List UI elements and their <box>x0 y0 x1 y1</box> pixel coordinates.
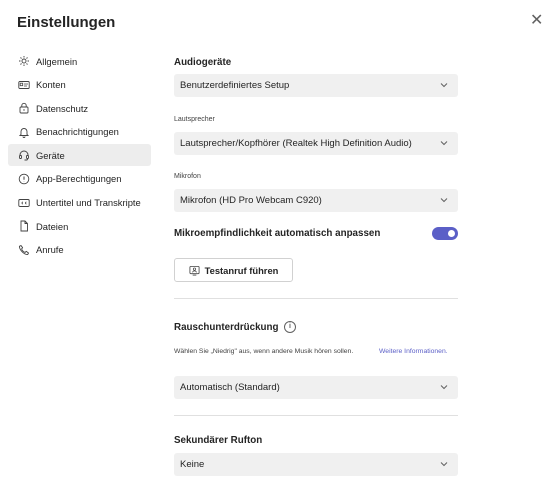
noise-suppression-select[interactable]: Automatisch (Standard) <box>174 376 458 399</box>
speaker-select[interactable]: Lautsprecher/Kopfhörer (Realtek High Def… <box>174 132 458 155</box>
audio-device-value: Benutzerdefiniertes Setup <box>180 80 290 91</box>
noise-suppression-heading: Rauschunterdrückung <box>174 322 279 333</box>
phone-icon <box>18 244 30 256</box>
secondary-ringtone-heading: Sekundärer Rufton <box>174 435 263 446</box>
sidebar-item-label: Geräte <box>36 149 65 161</box>
sidebar-item-konten[interactable]: Konten <box>8 74 151 96</box>
sidebar-item-untertitel[interactable]: Untertitel und Transkripte <box>8 192 151 214</box>
divider <box>174 415 458 416</box>
sidebar-item-label: Anrufe <box>36 244 64 256</box>
auto-sensitivity-toggle[interactable] <box>432 227 458 240</box>
test-call-button[interactable]: Testanruf führen <box>174 258 293 282</box>
noise-suppression-value: Automatisch (Standard) <box>180 382 280 393</box>
sidebar: Allgemein Konten Datenschutz Benachricht… <box>8 50 151 262</box>
chevron-down-icon <box>440 385 448 390</box>
speaker-label: Lautsprecher <box>174 116 215 123</box>
sidebar-item-allgemein[interactable]: Allgemein <box>8 50 151 72</box>
sidebar-item-datenschutz[interactable]: Datenschutz <box>8 97 151 119</box>
audio-device-select[interactable]: Benutzerdefiniertes Setup <box>174 74 458 97</box>
noise-description: Wählen Sie „Niedrig" aus, wenn andere Mu… <box>174 348 354 355</box>
test-call-icon <box>189 265 200 275</box>
more-info-link[interactable]: Weitere Informationen. <box>379 347 449 357</box>
mic-value: Mikrofon (HD Pro Webcam C920) <box>180 195 322 206</box>
sidebar-item-label: Benachrichtigungen <box>36 126 119 138</box>
sidebar-item-label: Untertitel und Transkripte <box>36 197 141 209</box>
cc-icon <box>18 197 30 209</box>
sidebar-item-app-berechtigungen[interactable]: App-Berechtigungen <box>8 168 151 190</box>
chevron-down-icon <box>440 462 448 467</box>
sidebar-item-benachrichtigungen[interactable]: Benachrichtigungen <box>8 121 151 143</box>
page-title: Einstellungen <box>17 14 116 31</box>
headset-icon <box>18 149 30 161</box>
sidebar-item-dateien[interactable]: Dateien <box>8 215 151 237</box>
sidebar-item-label: Datenschutz <box>36 102 89 114</box>
file-icon <box>18 220 30 232</box>
shield-icon <box>18 173 30 185</box>
info-icon[interactable]: i <box>284 321 296 333</box>
id-card-icon <box>18 79 30 91</box>
sidebar-item-label: Dateien <box>36 220 69 232</box>
bell-icon <box>18 126 30 138</box>
mic-select[interactable]: Mikrofon (HD Pro Webcam C920) <box>174 189 458 212</box>
auto-sensitivity-label: Mikroempfindlichkeit automatisch anpasse… <box>174 228 381 239</box>
sidebar-item-label: Konten <box>36 79 66 91</box>
sidebar-item-anrufe[interactable]: Anrufe <box>8 239 151 261</box>
chevron-down-icon <box>440 198 448 203</box>
gear-icon <box>18 55 30 67</box>
audio-devices-heading: Audiogeräte <box>174 57 232 68</box>
secondary-ringtone-select[interactable]: Keine <box>174 453 458 476</box>
speaker-value: Lautsprecher/Kopfhörer (Realtek High Def… <box>180 138 412 149</box>
chevron-down-icon <box>440 141 448 146</box>
sidebar-item-label: Allgemein <box>36 55 78 67</box>
secondary-ringtone-value: Keine <box>180 459 205 470</box>
lock-icon <box>18 102 30 114</box>
chevron-down-icon <box>440 83 448 88</box>
mic-label: Mikrofon <box>174 173 201 180</box>
divider <box>174 298 458 299</box>
test-call-label: Testanruf führen <box>204 264 279 276</box>
sidebar-item-geraete[interactable]: Geräte <box>8 144 151 167</box>
sidebar-item-label: App-Berechtigungen <box>36 173 122 185</box>
close-icon[interactable]: ✕ <box>530 11 543 31</box>
